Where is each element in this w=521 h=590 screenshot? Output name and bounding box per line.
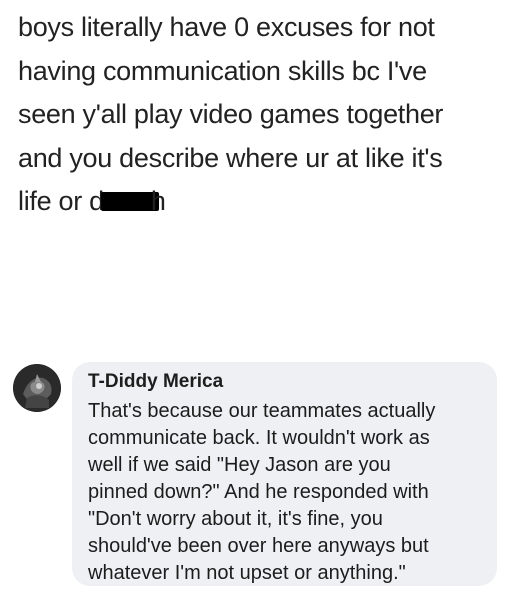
comment-line: That's because our teammates actually xyxy=(88,400,436,422)
comment-line: well if we said "Hey Jason are you xyxy=(88,454,391,476)
post-line: and you describe where ur at like it's xyxy=(18,142,443,173)
post-line: boys literally have 0 excuses for not xyxy=(18,12,435,42)
post-last-line-end: h xyxy=(150,186,166,216)
comment-author-name[interactable]: T-Diddy Merica xyxy=(88,370,483,394)
comment-line: communicate back. It wouldn't work as xyxy=(88,427,430,449)
comment-line: should've been over here anyways but xyxy=(88,535,429,557)
post-line: seen y'all play video games together xyxy=(18,99,444,129)
post-last-line-start: life or d xyxy=(18,186,104,216)
post-text: boys literally have 0 excuses for not ha… xyxy=(18,6,513,224)
comment-line: whatever I'm not upset or anything." xyxy=(88,562,406,584)
post-last-line: life or d h xyxy=(18,180,513,224)
comment-line: pinned down?" And he responded with xyxy=(88,481,429,503)
comment-line: "Don't worry about it, it's fine, you xyxy=(88,508,383,530)
comment-bubble: T-Diddy Merica That's because our teamma… xyxy=(72,362,497,586)
profile-photo-icon[interactable] xyxy=(13,364,61,412)
post-line: having communication skills bc I've xyxy=(18,55,427,86)
avatar-image xyxy=(13,364,61,412)
comment-body: That's because our teammates actually co… xyxy=(88,398,483,587)
